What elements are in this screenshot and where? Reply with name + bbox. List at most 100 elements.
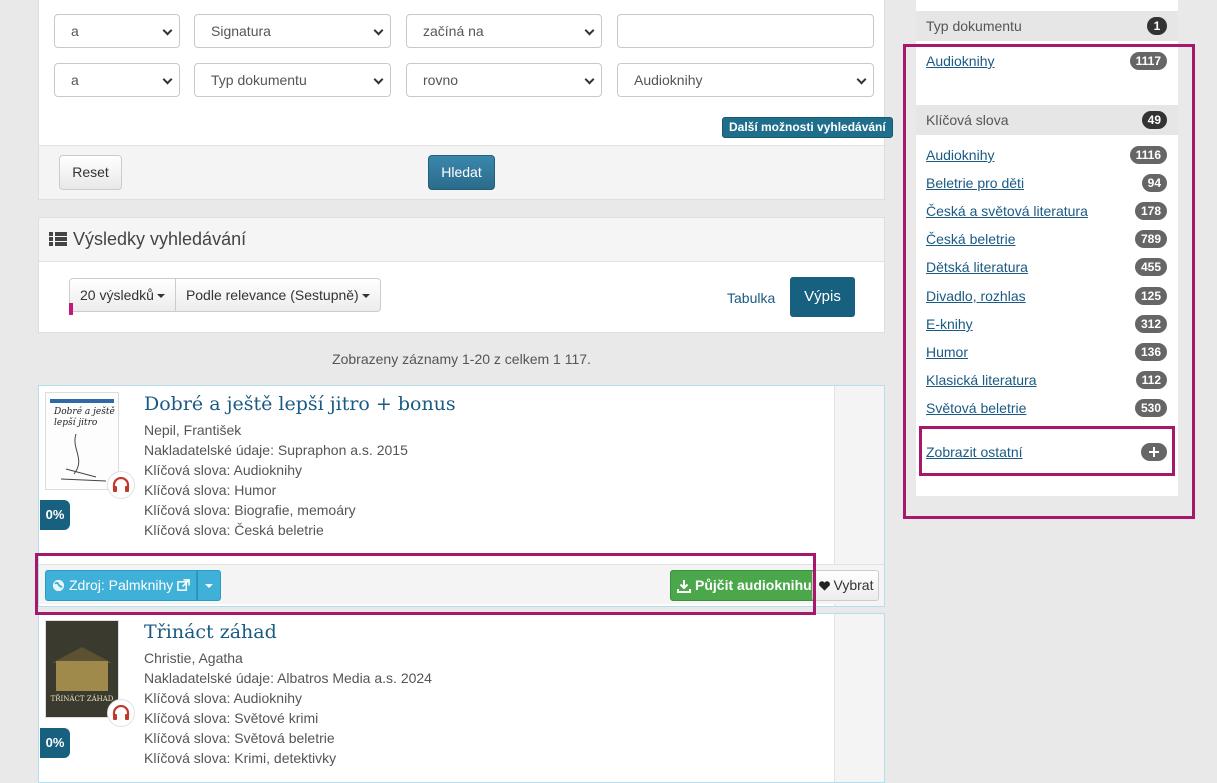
field-select-1-value: Signatura — [211, 23, 271, 39]
borrow-label: Půjčit audioknihu — [695, 577, 812, 593]
advanced-search-panel: a Signatura začíná na a Typ dokumentu ro… — [38, 0, 893, 200]
facet-count-badge: 789 — [1134, 230, 1167, 248]
cover-title: TŘINÁCT ZÁHAD — [50, 695, 114, 703]
show-more-link[interactable]: Zobrazit ostatní — [926, 444, 1023, 460]
field-select-1[interactable]: Signatura — [194, 14, 391, 48]
facet-keyword-item[interactable]: Dětská literatura 455 — [926, 257, 1167, 277]
source-button[interactable]: Zdroj: Palmknihy — [45, 570, 198, 601]
facet-item-label[interactable]: Beletrie pro děti — [926, 175, 1024, 191]
facet-keyword-item[interactable]: Beletrie pro děti 94 — [926, 173, 1167, 193]
source-button-group: Zdroj: Palmknihy — [45, 570, 222, 601]
record-publisher: Nakladatelské údaje: Supraphon a.s. 2015 — [144, 442, 408, 458]
search-button[interactable]: Hledat — [428, 155, 495, 190]
record-keyword: Klíčová slova: Krimi, detektivky — [144, 750, 337, 766]
facet-item-audioknihy[interactable]: Audioknihy 1117 — [926, 51, 1167, 71]
source-dropdown-toggle[interactable] — [197, 570, 222, 601]
facet-keywords-header[interactable]: Klíčová slova 49 — [916, 105, 1178, 135]
view-list-button[interactable]: Výpis — [790, 277, 855, 317]
caret-down-icon — [205, 583, 214, 588]
match-select-2[interactable]: rovno — [406, 63, 602, 97]
facet-keyword-item[interactable]: Audioknihy 1116 — [926, 145, 1167, 165]
record-keyword: Klíčová slova: Světové krimi — [144, 710, 319, 726]
facet-keyword-item[interactable]: E-knihy 312 — [926, 314, 1167, 334]
match-select-1[interactable]: začíná na — [406, 14, 602, 48]
facet-count-badge: 112 — [1135, 371, 1167, 389]
facet-doc-type-title: Typ dokumentu — [926, 18, 1022, 34]
facets-sidebar: Typ dokumentu 1 Audioknihy 1117 Klíčová … — [916, 0, 1178, 496]
facet-count-badge: 312 — [1134, 315, 1167, 333]
facet-item-label[interactable]: Klasická literatura — [926, 372, 1037, 388]
sort-label: Podle relevance (Sestupně) — [185, 287, 359, 303]
record-author: Christie, Agatha — [144, 650, 243, 666]
search-footer: Reset Hledat — [39, 145, 884, 199]
caret-down-icon — [156, 294, 165, 299]
sort-dropdown[interactable]: Podle relevance (Sestupně) — [175, 278, 381, 312]
record-title-link[interactable]: Třináct záhad — [144, 621, 277, 643]
match-select-2-value: rovno — [423, 72, 459, 88]
facet-item-label[interactable]: Česká a světová literatura — [926, 203, 1088, 219]
record-keyword: Klíčová slova: Humor — [144, 482, 277, 498]
match-select-1-value: začíná na — [423, 23, 484, 39]
facet-item-label[interactable]: Divadlo, rozhlas — [926, 288, 1026, 304]
caret-down-icon — [361, 294, 370, 299]
progress-percent-badge: 0% — [40, 500, 70, 530]
facet-keyword-item[interactable]: Klasická literatura 112 — [926, 370, 1167, 390]
search-value-input-1[interactable] — [617, 14, 874, 48]
record-keyword: Klíčová slova: Audioknihy — [144, 462, 302, 478]
facet-keyword-item[interactable]: Divadlo, rozhlas 125 — [926, 286, 1167, 306]
focus-marker — [69, 303, 73, 315]
record-keyword: Klíčová slova: Biografie, memoáry — [144, 502, 356, 518]
value-select-2[interactable]: Audioknihy — [617, 63, 874, 97]
view-table-link[interactable]: Tabulka — [727, 290, 775, 306]
chevron-down-icon — [584, 25, 595, 36]
value-select-2-value: Audioknihy — [634, 72, 703, 88]
facet-item-label[interactable]: Humor — [926, 344, 968, 360]
results-count: Zobrazeny záznamy 1-20 z celkem 1 117. — [332, 351, 591, 367]
facet-item-label[interactable]: E-knihy — [926, 316, 973, 332]
select-label: Vybrat — [833, 577, 874, 593]
record-keyword: Klíčová slova: Česká beletrie — [144, 522, 324, 538]
source-label: Zdroj: Palmknihy — [69, 577, 174, 593]
record-keyword: Klíčová slova: Audioknihy — [144, 690, 302, 706]
facet-item-label[interactable]: Audioknihy — [926, 53, 995, 69]
facet-count-badge: 1 — [1147, 17, 1167, 35]
facet-doc-type-header[interactable]: Typ dokumentu 1 — [916, 11, 1178, 41]
chevron-down-icon — [162, 25, 173, 36]
facet-keyword-item[interactable]: Světová beletrie 530 — [926, 398, 1167, 418]
results-header: Výsledky vyhledávání — [39, 218, 884, 262]
result-record-1: Dobré a ještě lepší jitro 0% Dobré a ješ… — [38, 385, 885, 607]
facet-count-badge: 455 — [1134, 258, 1167, 276]
record-title-link[interactable]: Dobré a ještě lepší jitro + bonus — [144, 393, 456, 415]
facet-item-label[interactable]: Světová beletrie — [926, 400, 1026, 416]
book-cover-image[interactable]: Dobré a ještě lepší jitro — [45, 392, 119, 490]
chevron-down-icon — [856, 74, 867, 85]
more-search-options-button[interactable]: Další možnosti vyhledávání — [722, 117, 893, 138]
facet-count-badge: 94 — [1141, 174, 1167, 192]
borrow-audiobook-button[interactable]: Půjčit audioknihu — [670, 570, 819, 601]
book-cover-image[interactable]: TŘINÁCT ZÁHAD — [45, 620, 119, 718]
reset-button[interactable]: Reset — [59, 155, 122, 190]
external-link-icon — [177, 579, 191, 591]
field-select-2[interactable]: Typ dokumentu — [194, 63, 391, 97]
chevron-down-icon — [373, 25, 384, 36]
operator-select-2[interactable]: a — [54, 63, 180, 97]
record-actions-bar: Zdroj: Palmknihy Půjčit audioknihu Vybra… — [39, 564, 884, 604]
chevron-down-icon — [373, 74, 384, 85]
facet-keyword-item[interactable]: Česká a světová literatura 178 — [926, 201, 1167, 221]
facet-keyword-item[interactable]: Humor 136 — [926, 342, 1167, 362]
list-icon — [49, 232, 67, 247]
results-toolbar: 20 výsledků Podle relevance (Sestupně) — [69, 278, 381, 312]
facet-item-label[interactable]: Dětská literatura — [926, 259, 1028, 275]
results-panel: Výsledky vyhledávání 20 výsledků Podle r… — [38, 217, 885, 333]
page-size-label: 20 výsledků — [80, 287, 154, 303]
facet-item-label[interactable]: Česká beletrie — [926, 231, 1016, 247]
operator-select-1[interactable]: a — [54, 14, 180, 48]
facet-keyword-item[interactable]: Česká beletrie 789 — [926, 229, 1167, 249]
heart-icon — [818, 580, 830, 591]
facet-show-more[interactable]: Zobrazit ostatní — [926, 442, 1167, 462]
page-size-dropdown[interactable]: 20 výsledků — [69, 278, 176, 312]
select-favorite-button[interactable]: Vybrat — [812, 570, 879, 601]
facet-item-label[interactable]: Audioknihy — [926, 147, 995, 163]
result-record-2: TŘINÁCT ZÁHAD 0% Třináct záhad Christie,… — [38, 613, 885, 783]
plus-icon[interactable] — [1141, 443, 1167, 461]
